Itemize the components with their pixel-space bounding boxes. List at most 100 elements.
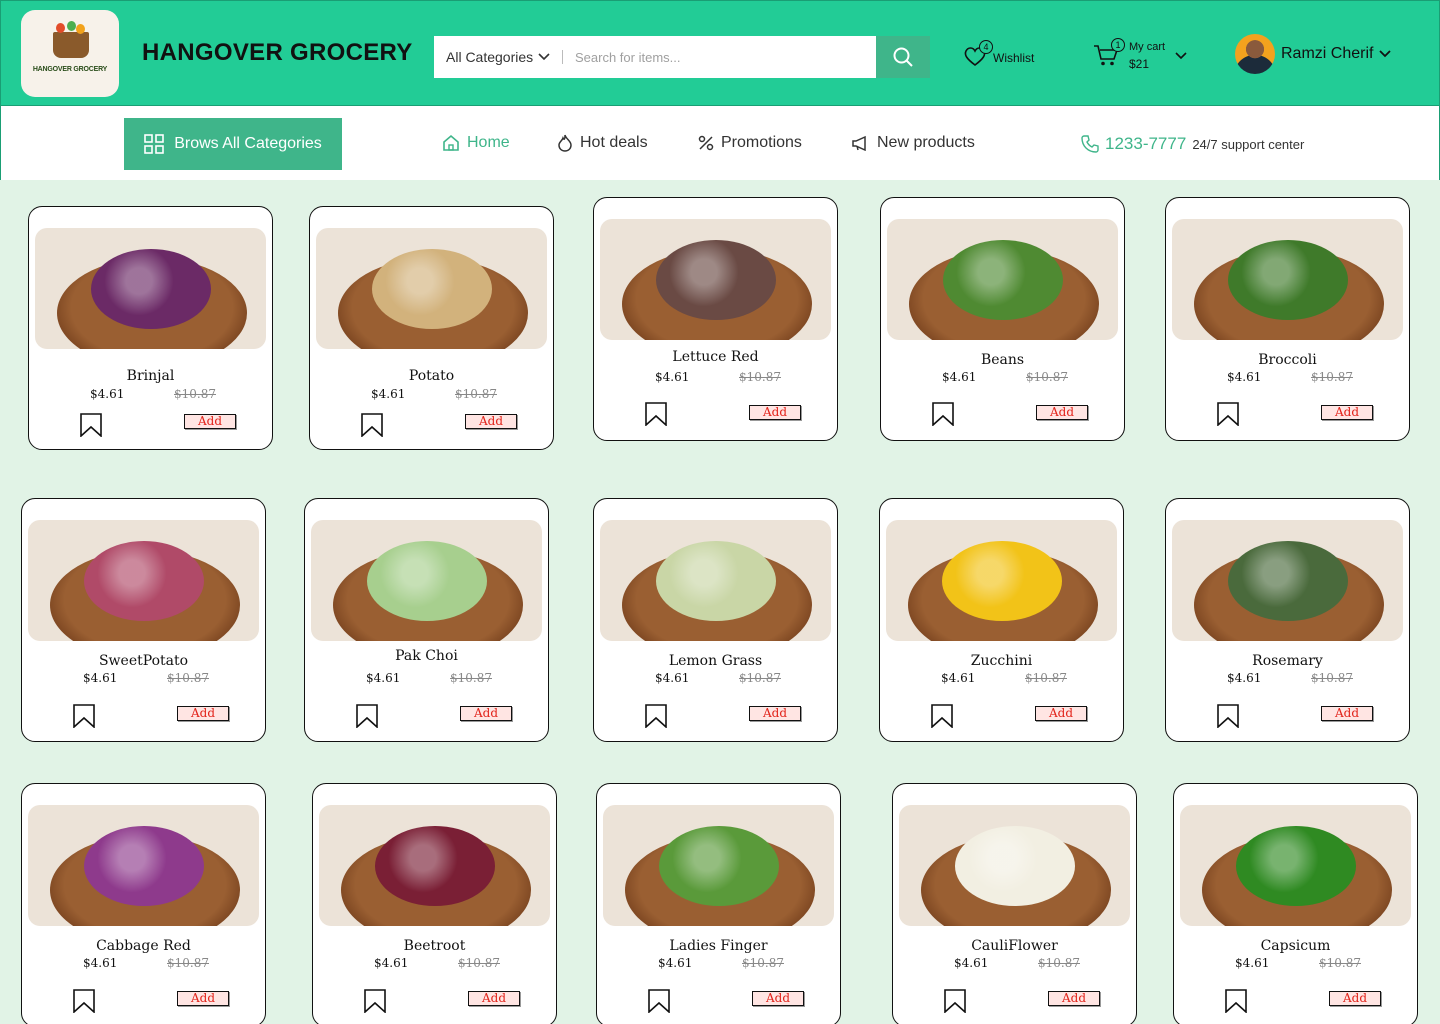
- product-name: Lemon Grass: [668, 653, 763, 669]
- product-image[interactable]: [600, 219, 831, 340]
- product-image[interactable]: [1172, 520, 1403, 641]
- product-card[interactable]: CauliFlower $4.61 $10.87 Add: [892, 783, 1137, 1024]
- vegetable-shape: [371, 248, 492, 329]
- product-price: $4.61: [371, 387, 406, 401]
- brand-title: HANGOVER GROCERY: [142, 39, 413, 66]
- product-price: $4.61: [83, 671, 118, 685]
- user-menu[interactable]: Ramzi Cherif: [1235, 34, 1392, 74]
- add-to-cart-button[interactable]: Add: [1048, 991, 1100, 1006]
- product-image[interactable]: [28, 805, 259, 926]
- nav-promotions-label: Promotions: [721, 134, 802, 151]
- bookmark-icon[interactable]: [363, 989, 387, 1013]
- product-price: $4.61: [83, 956, 118, 970]
- product-card[interactable]: Potato $4.61 $10.87 Add: [309, 206, 554, 450]
- product-image[interactable]: [311, 520, 542, 641]
- product-card[interactable]: Cabbage Red $4.61 $10.87 Add: [21, 783, 266, 1024]
- bookmark-icon[interactable]: [943, 989, 967, 1013]
- bookmark-icon[interactable]: [647, 989, 671, 1013]
- product-card[interactable]: SweetPotato $4.61 $10.87 Add: [21, 498, 266, 742]
- product-price: $4.61: [658, 956, 693, 970]
- browse-label: Brows All Categories: [174, 135, 322, 152]
- product-old-price: $10.87: [739, 370, 781, 384]
- nav-home[interactable]: Home: [442, 134, 510, 152]
- product-image[interactable]: [316, 228, 547, 349]
- add-to-cart-button[interactable]: Add: [749, 706, 801, 721]
- add-to-cart-button[interactable]: Add: [468, 991, 520, 1006]
- product-image[interactable]: [28, 520, 259, 641]
- chevron-down-icon: [538, 53, 550, 61]
- product-card[interactable]: Capsicum $4.61 $10.87 Add: [1173, 783, 1418, 1024]
- bookmark-icon[interactable]: [360, 413, 384, 437]
- bookmark-icon[interactable]: [1224, 989, 1248, 1013]
- product-price: $4.61: [655, 671, 690, 685]
- product-card[interactable]: Beetroot $4.61 $10.87 Add: [312, 783, 557, 1024]
- product-image[interactable]: [35, 228, 266, 349]
- search-input[interactable]: [575, 49, 865, 65]
- add-to-cart-button[interactable]: Add: [460, 706, 512, 721]
- product-card[interactable]: Ladies Finger $4.61 $10.87 Add: [596, 783, 841, 1024]
- product-name: Potato: [408, 368, 455, 384]
- bookmark-icon[interactable]: [930, 704, 954, 728]
- browse-categories-button[interactable]: Brows All Categories: [124, 118, 342, 170]
- product-card[interactable]: Rosemary $4.61 $10.87 Add: [1165, 498, 1410, 742]
- bookmark-icon[interactable]: [1216, 402, 1240, 426]
- add-to-cart-button[interactable]: Add: [177, 991, 229, 1006]
- category-dropdown[interactable]: All Categories: [434, 49, 562, 65]
- bookmark-icon[interactable]: [72, 704, 96, 728]
- add-to-cart-button[interactable]: Add: [184, 414, 236, 429]
- add-to-cart-button[interactable]: Add: [465, 414, 517, 429]
- product-name: Beans: [980, 352, 1025, 368]
- add-to-cart-button[interactable]: Add: [1321, 706, 1373, 721]
- bookmark-icon[interactable]: [1216, 704, 1240, 728]
- product-image[interactable]: [1180, 805, 1411, 926]
- nav-new-products-label: New products: [877, 134, 975, 151]
- product-image[interactable]: [600, 520, 831, 641]
- product-card[interactable]: Lettuce Red $4.61 $10.87 Add: [593, 197, 838, 441]
- product-card[interactable]: Zucchini $4.61 $10.87 Add: [879, 498, 1124, 742]
- product-name: Lettuce Red: [672, 349, 759, 365]
- add-to-cart-button[interactable]: Add: [749, 405, 801, 420]
- bookmark-icon[interactable]: [79, 413, 103, 437]
- add-to-cart-button[interactable]: Add: [1036, 405, 1088, 420]
- product-card[interactable]: Lemon Grass $4.61 $10.87 Add: [593, 498, 838, 742]
- product-card[interactable]: Beans $4.61 $10.87 Add: [880, 197, 1125, 441]
- cart-count-badge: 1: [1111, 37, 1125, 52]
- vegetable-shape: [366, 540, 487, 621]
- product-price: $4.61: [366, 671, 401, 685]
- product-image[interactable]: [886, 520, 1117, 641]
- add-to-cart-button[interactable]: Add: [1321, 405, 1373, 420]
- product-image[interactable]: [319, 805, 550, 926]
- store-logo[interactable]: HANGOVER GROCERY: [21, 10, 119, 97]
- product-name: Cabbage Red: [96, 938, 191, 954]
- add-to-cart-button[interactable]: Add: [752, 991, 804, 1006]
- add-to-cart-button[interactable]: Add: [1329, 991, 1381, 1006]
- product-image[interactable]: [887, 219, 1118, 340]
- search-button[interactable]: [876, 36, 930, 78]
- product-image[interactable]: [899, 805, 1130, 926]
- bookmark-icon[interactable]: [644, 704, 668, 728]
- search-icon: [893, 47, 913, 67]
- bookmark-icon[interactable]: [355, 704, 379, 728]
- product-image[interactable]: [1172, 219, 1403, 340]
- nav-promotions[interactable]: Promotions: [698, 134, 802, 152]
- bookmark-icon[interactable]: [72, 989, 96, 1013]
- add-to-cart-button[interactable]: Add: [177, 706, 229, 721]
- nav-new-products[interactable]: New products: [852, 134, 975, 152]
- product-name: Capsicum: [1260, 938, 1331, 954]
- product-card[interactable]: Pak Choi $4.61 $10.87 Add: [304, 498, 549, 742]
- add-to-cart-button[interactable]: Add: [1035, 706, 1087, 721]
- search-divider: [562, 50, 563, 64]
- bookmark-icon[interactable]: [931, 402, 955, 426]
- product-old-price: $10.87: [1038, 956, 1080, 970]
- wishlist-button[interactable]: 4 Wishlist: [963, 40, 1034, 70]
- product-image[interactable]: [603, 805, 834, 926]
- product-card[interactable]: Broccoli $4.61 $10.87 Add: [1165, 197, 1410, 441]
- nav-hot-deals[interactable]: Hot deals: [557, 134, 648, 152]
- grid-icon: [144, 134, 164, 154]
- product-card[interactable]: Brinjal $4.61 $10.87 Add: [28, 206, 273, 450]
- product-price: $4.61: [941, 671, 976, 685]
- product-name: Zucchini: [970, 653, 1033, 669]
- support-contact[interactable]: 1233-7777 24/7 support center: [1081, 134, 1304, 154]
- cart-button[interactable]: 1 My cart $21: [1093, 37, 1187, 71]
- bookmark-icon[interactable]: [644, 402, 668, 426]
